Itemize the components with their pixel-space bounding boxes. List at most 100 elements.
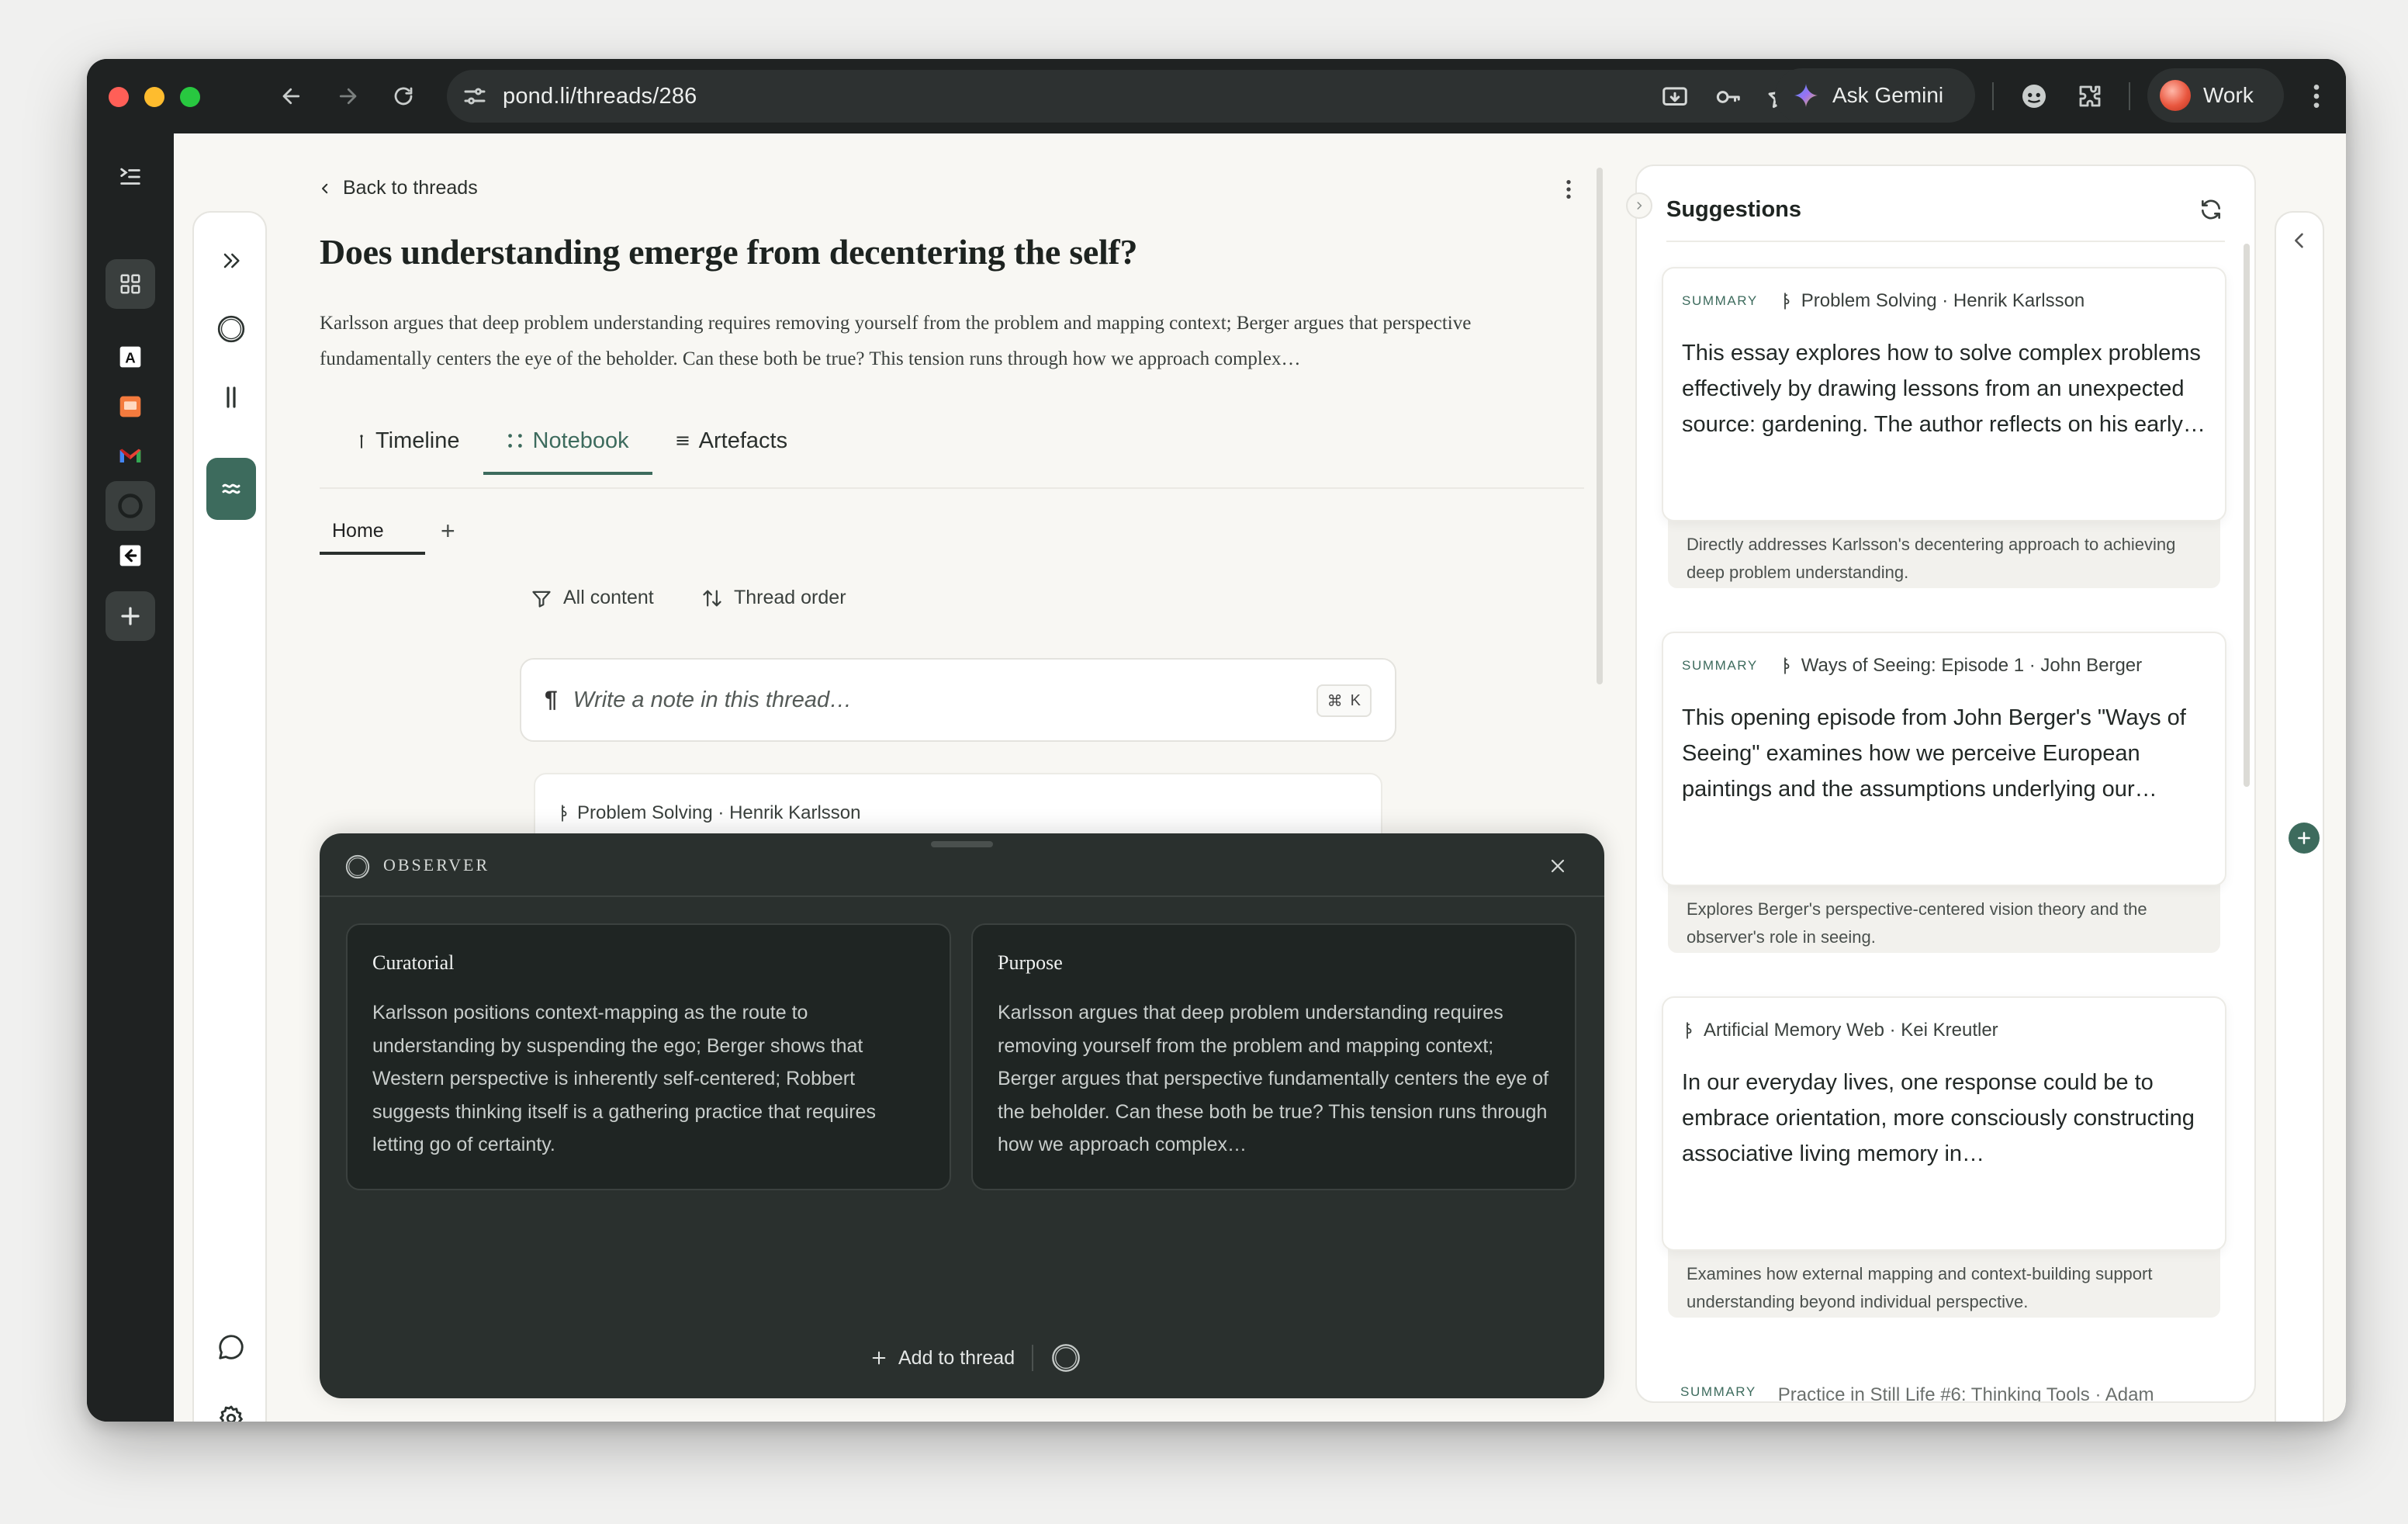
source-link-icon — [561, 805, 567, 822]
svg-text:A: A — [125, 349, 135, 365]
tab-notebook[interactable]: Notebook — [483, 416, 652, 475]
add-notebook-page-button[interactable]: + — [441, 517, 455, 546]
thread-menu-icon[interactable] — [1553, 174, 1584, 205]
collapse-suggestions-button[interactable] — [1626, 192, 1652, 219]
gemini-sparkle-icon — [1794, 84, 1818, 107]
grid-icon[interactable] — [106, 259, 155, 309]
suggestion-card[interactable]: SUMMARY Ways of Seeing: Episode 1 · John… — [1662, 632, 2226, 886]
add-to-thread-button[interactable]: Add to thread — [870, 1347, 1015, 1370]
sort-order-button[interactable]: Thread order — [701, 587, 846, 609]
app-switcher-rail: A — [87, 133, 174, 1422]
tab-artefacts[interactable]: Artefacts — [652, 416, 811, 466]
back-to-threads-link[interactable]: Back to threads — [318, 177, 478, 199]
app-slides-icon[interactable] — [106, 382, 155, 431]
summary-badge: SUMMARY — [1682, 658, 1758, 673]
observer-header: OBSERVER — [320, 833, 1604, 897]
profile-label: Work — [2203, 83, 2254, 107]
plus-icon — [872, 1351, 886, 1365]
suggestion-reason: Explores Berger's perspective-centered v… — [1668, 875, 2220, 953]
thread-title: Does understanding emerge from decenteri… — [320, 232, 1138, 272]
password-key-icon[interactable] — [1713, 82, 1742, 112]
notebook-icon — [507, 434, 522, 448]
plus-icon — [2298, 832, 2310, 844]
suggestion-source: Artificial Memory Web · Kei Kreutler — [1704, 1020, 1998, 1041]
observer-footer: Add to thread — [870, 1342, 1081, 1373]
maximize-window-button[interactable] — [180, 87, 200, 107]
chevron-left-icon[interactable] — [2289, 230, 2312, 253]
app-a-icon[interactable]: A — [106, 332, 155, 382]
observer-card-title: Purpose — [998, 951, 1063, 974]
summary-badge: SUMMARY — [1682, 293, 1758, 308]
suggestions-divider — [1666, 241, 2225, 242]
toolbar-divider — [1992, 82, 1994, 110]
profile-button[interactable]: Work — [2147, 68, 2284, 123]
tab-artefacts-label: Artefacts — [698, 428, 788, 453]
avatar — [2160, 80, 2191, 111]
forward-arrow-icon[interactable] — [329, 78, 366, 115]
reload-icon[interactable] — [385, 78, 422, 115]
observer-logo-icon — [345, 854, 370, 879]
suggestion-card[interactable]: SUMMARY Problem Solving · Henrik Karlsso… — [1662, 267, 2226, 521]
sort-arrows-icon — [703, 590, 721, 606]
browser-toolbar: pond.li/threads/286 Ask Gemini Work — [87, 59, 2346, 133]
browser-menu-icon[interactable] — [2299, 79, 2334, 113]
gmail-icon[interactable] — [106, 431, 155, 481]
sidebar-toggle-icon[interactable] — [106, 152, 155, 202]
pilcrow-icon: ¶ — [545, 687, 558, 712]
minimize-window-button[interactable] — [144, 87, 164, 107]
address-bar[interactable]: pond.li/threads/286 — [447, 70, 1856, 123]
chevron-right-icon — [1637, 202, 1642, 210]
timeline-icon — [360, 435, 363, 449]
filter-funnel-icon — [532, 591, 551, 608]
observer-title: OBSERVER — [383, 855, 490, 875]
tab-notebook-label: Notebook — [532, 428, 629, 453]
suggestion-text: In our everyday lives, one response coul… — [1682, 1070, 2195, 1166]
url-text[interactable]: pond.li/threads/286 — [503, 84, 697, 109]
app-export-icon[interactable] — [106, 531, 155, 580]
suggestion-source: Ways of Seeing: Episode 1 · John Berger — [1801, 655, 2143, 676]
observer-circle-icon[interactable] — [1050, 1342, 1081, 1373]
right-sidebar — [2275, 211, 2324, 1422]
tab-timeline-label: Timeline — [375, 428, 460, 453]
ask-gemini-button[interactable]: Ask Gemini — [1775, 68, 1975, 123]
add-app-icon[interactable] — [106, 591, 155, 641]
source-link-icon — [1784, 293, 1790, 310]
keyboard-shortcut-badge: ⌘ K — [1316, 684, 1372, 717]
back-to-threads-label: Back to threads — [343, 177, 478, 199]
close-icon[interactable] — [1544, 852, 1572, 880]
notebook-entry-source: Problem Solving · Henrik Karlsson — [577, 802, 861, 823]
ask-gemini-label: Ask Gemini — [1832, 83, 1944, 107]
observer-card-purpose[interactable]: Purpose Karlsson argues that deep proble… — [971, 923, 1576, 1190]
thread-description: Karlsson argues that deep problem unders… — [320, 313, 1472, 369]
browser-window: pond.li/threads/286 Ask Gemini Work A Ba… — [87, 59, 2346, 1422]
site-settings-icon[interactable] — [461, 82, 489, 110]
suggestion-item-peek[interactable]: SUMMARY Practice in Still Life #6: Think… — [1680, 1384, 2154, 1401]
thread-main: Back to threads Does understanding emerg… — [174, 133, 2346, 1422]
cast-icon[interactable] — [1660, 82, 1690, 112]
observer-card-curatorial[interactable]: Curatorial Karlsson positions context-ma… — [346, 923, 951, 1190]
note-input[interactable]: ¶ Write a note in this thread… ⌘ K — [520, 658, 1396, 742]
thread-tabs: Timeline Notebook Artefacts — [334, 416, 811, 475]
observer-panel: OBSERVER Curatorial Karlsson positions c… — [320, 833, 1604, 1398]
extension-icon[interactable] — [2017, 79, 2051, 113]
suggestions-title: Suggestions — [1666, 197, 1802, 222]
close-window-button[interactable] — [109, 87, 129, 107]
tab-timeline[interactable]: Timeline — [334, 416, 483, 466]
notebook-page-tab-home[interactable]: Home — [320, 520, 425, 555]
source-link-icon — [1686, 1022, 1692, 1039]
suggestion-text: This opening episode from John Berger's … — [1682, 705, 2186, 802]
content-filter-button[interactable]: All content — [531, 587, 654, 609]
content-filter-label: All content — [563, 587, 654, 608]
suggestions-panel: Suggestions SUMMARY Problem Solving · He… — [1635, 165, 2256, 1403]
suggestions-scrollbar[interactable] — [2244, 244, 2250, 787]
pond-app-icon[interactable] — [106, 481, 155, 531]
artefacts-icon — [676, 436, 689, 445]
extensions-puzzle-icon[interactable] — [2073, 79, 2107, 113]
back-arrow-icon[interactable] — [273, 78, 310, 115]
add-suggestion-button[interactable] — [2289, 823, 2320, 854]
pond-page: Back to threads Does understanding emerg… — [174, 133, 2346, 1422]
suggestion-text: This essay explores how to solve complex… — [1682, 341, 2206, 437]
refresh-icon[interactable] — [2199, 197, 2226, 225]
main-scrollbar[interactable] — [1597, 168, 1603, 684]
suggestion-card[interactable]: Artificial Memory Web · Kei Kreutler In … — [1662, 996, 2226, 1251]
